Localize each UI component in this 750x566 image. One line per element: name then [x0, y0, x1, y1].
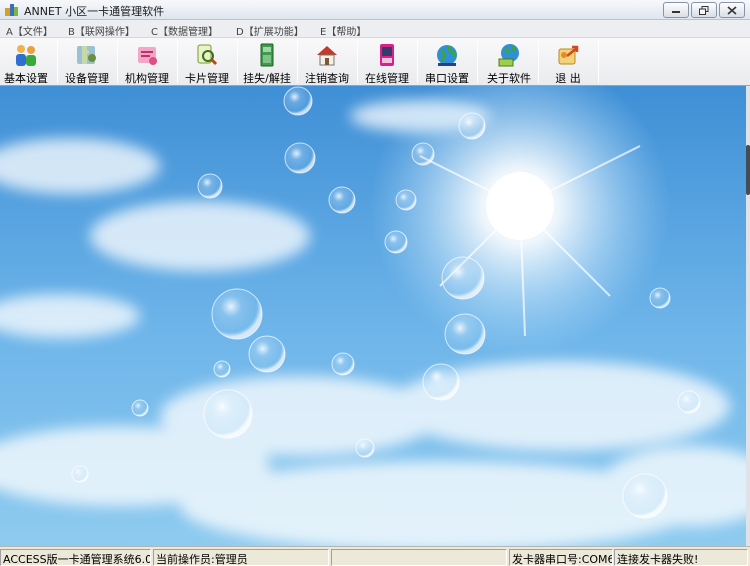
close-button[interactable]	[719, 2, 745, 18]
toolbar-label: 串口设置	[425, 72, 469, 85]
menu-file[interactable]: A【文件】	[6, 23, 53, 38]
status-empty	[331, 549, 507, 566]
scrollbar-thumb[interactable]	[746, 145, 750, 195]
toolbar-label: 注销查询	[305, 72, 349, 85]
organization-icon	[138, 47, 157, 65]
card-search-icon	[197, 44, 218, 66]
globe-icon	[437, 45, 457, 66]
serial-port-settings-button[interactable]: 串口设置	[417, 38, 477, 86]
close-icon	[727, 5, 737, 15]
phone-icon	[380, 44, 394, 66]
toolbar-separator	[598, 41, 599, 83]
cancel-query-button[interactable]: 注销查询	[297, 38, 357, 86]
app-icon	[5, 4, 18, 16]
toolbar-separator	[477, 41, 478, 83]
online-management-button[interactable]: 在线管理	[357, 38, 417, 86]
status-bar: ACCESS版一卡通管理系统6.0 当前操作员:管理员 发卡器串口号:COM6 …	[0, 546, 750, 566]
window-title: ANNET 小区一卡通管理软件	[24, 5, 165, 18]
device-management-button[interactable]: 设备管理	[57, 38, 117, 86]
toolbar-label: 在线管理	[365, 72, 409, 85]
title-bar: ANNET 小区一卡通管理软件	[0, 0, 750, 20]
toolbar-label: 关于软件	[487, 72, 531, 85]
restore-icon	[699, 5, 709, 15]
toolbar: 基本设置 设备管理 机构管理 卡片管理 挂失/解挂 注销查询 在线管理 串口设置…	[0, 38, 750, 86]
toolbar-label: 设备管理	[65, 72, 109, 85]
globe-book-icon	[498, 44, 519, 67]
menu-extensions[interactable]: D【扩展功能】	[236, 23, 304, 38]
exit-icon	[558, 45, 579, 65]
toolbar-label: 卡片管理	[185, 72, 229, 85]
minimize-button[interactable]	[663, 2, 689, 18]
status-operator: 当前操作员:管理员	[153, 549, 329, 566]
house-icon	[317, 46, 337, 66]
main-background	[0, 86, 746, 546]
card-management-button[interactable]: 卡片管理	[177, 38, 237, 86]
menu-network[interactable]: B【联网操作】	[68, 23, 135, 38]
report-loss-button[interactable]: 挂失/解挂	[237, 38, 297, 86]
menu-help[interactable]: E【帮助】	[320, 23, 366, 38]
menu-bar: A【文件】 B【联网操作】 C【数据管理】 D【扩展功能】 E【帮助】	[0, 20, 750, 38]
status-connection: 连接发卡器失败!	[614, 549, 748, 566]
status-port: 发卡器串口号:COM6	[509, 549, 613, 566]
toolbar-label: 机构管理	[125, 72, 169, 85]
status-version: ACCESS版一卡通管理系统6.0	[0, 549, 151, 566]
menu-data[interactable]: C【数据管理】	[151, 23, 218, 38]
basic-settings-button[interactable]: 基本设置	[0, 38, 56, 86]
about-software-button[interactable]: 关于软件	[479, 38, 539, 86]
minimize-icon	[672, 11, 680, 13]
sky-background-image	[0, 86, 746, 546]
puzzle-icon	[77, 46, 96, 64]
organization-management-button[interactable]: 机构管理	[117, 38, 177, 86]
maximize-button[interactable]	[691, 2, 717, 18]
users-icon	[16, 45, 36, 66]
toolbar-label: 退 出	[555, 72, 581, 85]
toolbar-label: 挂失/解挂	[243, 72, 291, 85]
exit-button[interactable]: 退 出	[538, 38, 598, 86]
money-card-icon	[260, 43, 274, 67]
toolbar-label: 基本设置	[4, 72, 48, 85]
